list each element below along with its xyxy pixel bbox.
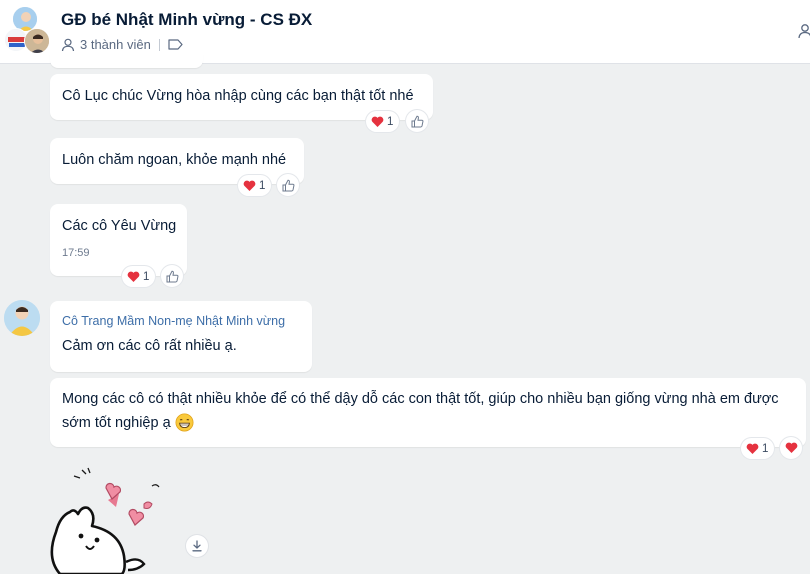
heart-icon	[746, 443, 759, 455]
tag-icon[interactable]	[168, 39, 183, 50]
reaction-summary[interactable]: 1	[122, 266, 156, 287]
message-bubble[interactable]: Mong các cô có thật nhiều khỏe để có thể…	[50, 378, 806, 447]
thumbs-up-icon	[282, 179, 295, 192]
reaction-count: 1	[143, 270, 150, 283]
message-text: Cảm ơn các cô rất nhiều ạ.	[62, 338, 237, 354]
members-info: 3 thành viên	[61, 37, 183, 52]
react-button[interactable]	[406, 110, 428, 132]
message-text: Các cô Yêu Vừng	[62, 218, 177, 234]
heart-icon	[371, 116, 384, 128]
message-text-line: Mong các cô có thật nhiều khỏe để có thể…	[62, 391, 779, 407]
group-avatar[interactable]	[4, 6, 50, 54]
conversation-title: GĐ bé Nhật Minh vừng - CS ĐX	[61, 10, 313, 29]
heart-icon	[785, 442, 798, 454]
reaction-count: 1	[762, 442, 769, 455]
members-count[interactable]: 3 thành viên	[80, 37, 151, 52]
reaction-summary[interactable]: 1	[238, 175, 272, 196]
message-text: Luôn chăm ngoan, khỏe mạnh nhé	[62, 152, 287, 168]
person-icon	[61, 38, 75, 52]
message-text-line: sớm tốt nghiệp ạ	[62, 414, 171, 431]
add-member-icon[interactable]	[796, 22, 810, 40]
reaction-count: 1	[259, 179, 266, 192]
divider	[158, 38, 160, 51]
react-button[interactable]	[161, 265, 183, 287]
reaction-count: 1	[387, 115, 394, 128]
sender-avatar[interactable]	[4, 300, 40, 336]
grinning-emoji-icon	[175, 413, 194, 432]
message-bubble[interactable]: Cô Trang Mầm Non-mẹ Nhật Minh vừng Cảm ơ…	[50, 301, 312, 372]
sender-name[interactable]: Cô Trang Mầm Non-mẹ Nhật Minh vừng	[62, 301, 300, 328]
heart-icon	[127, 271, 140, 283]
reaction-summary[interactable]: 1	[366, 111, 400, 132]
download-button[interactable]	[186, 535, 208, 557]
thumbs-up-icon	[411, 115, 424, 128]
member-avatar	[24, 28, 50, 54]
react-button[interactable]	[277, 174, 299, 196]
thumbs-up-icon	[166, 270, 179, 283]
message-text: Cô Lục chúc Vừng hòa nhập cùng các bạn t…	[62, 88, 414, 104]
heart-icon	[243, 180, 256, 192]
reaction-summary[interactable]: 1	[741, 438, 775, 459]
bunny-sticker[interactable]	[44, 466, 184, 574]
download-icon	[191, 540, 203, 552]
react-button-heart[interactable]	[780, 437, 802, 459]
message-time: 17:59	[62, 247, 90, 259]
message-bubble-partial	[50, 54, 203, 68]
